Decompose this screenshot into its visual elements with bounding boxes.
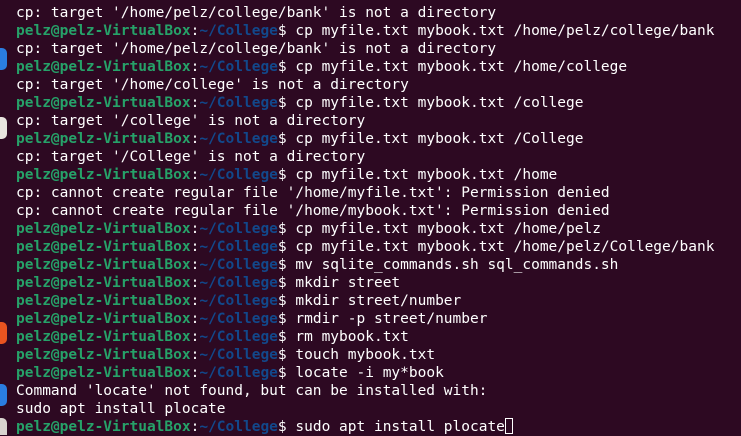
command-line: pelz@pelz-VirtualBox:~/College$ cp myfil…: [16, 166, 741, 184]
command-line: pelz@pelz-VirtualBox:~/College$ mkdir st…: [16, 274, 741, 292]
prompt-path: ~/College: [199, 239, 278, 255]
prompt-path: ~/College: [199, 329, 278, 345]
command-line: pelz@pelz-VirtualBox:~/College$ cp myfil…: [16, 220, 741, 238]
command-text: cp myfile.txt mybook.txt /College: [295, 131, 584, 147]
command-line: pelz@pelz-VirtualBox:~/College$ mv sqlit…: [16, 256, 741, 274]
command-text: cp myfile.txt mybook.txt /home/pelz: [295, 221, 601, 237]
prompt-path: ~/College: [199, 167, 278, 183]
dock-edge: [0, 0, 14, 435]
prompt-path: ~/College: [199, 221, 278, 237]
prompt-path: ~/College: [199, 365, 278, 381]
command-text: cp myfile.txt mybook.txt /home/college: [295, 59, 628, 75]
prompt-path: ~/College: [199, 131, 278, 147]
prompt-symbol: $: [277, 293, 296, 309]
terminal-window[interactable]: cp: target '/home/pelz/college/bank' is …: [0, 0, 741, 435]
command-text: cp myfile.txt mybook.txt /college: [295, 95, 584, 111]
blue-app-icon[interactable]: [0, 48, 7, 70]
prompt-user-host: pelz@pelz-VirtualBox: [16, 59, 191, 75]
prompt-user-host: pelz@pelz-VirtualBox: [16, 347, 191, 363]
prompt-path: ~/College: [199, 275, 278, 291]
grid-app-icon[interactable]: [0, 418, 7, 435]
files-app-icon[interactable]: [0, 117, 7, 139]
prompt-user-host: pelz@pelz-VirtualBox: [16, 275, 191, 291]
software-app-icon[interactable]: [0, 322, 7, 344]
prompt-user-host: pelz@pelz-VirtualBox: [16, 365, 191, 381]
command-text: mkdir street: [295, 275, 401, 291]
prompt-user-host: pelz@pelz-VirtualBox: [16, 293, 191, 309]
prompt-user-host: pelz@pelz-VirtualBox: [16, 221, 191, 237]
prompt-symbol: $: [277, 95, 296, 111]
command-line: pelz@pelz-VirtualBox:~/College$ cp myfil…: [16, 130, 741, 148]
command-text: cp myfile.txt mybook.txt /home/pelz/Coll…: [295, 239, 715, 255]
prompt-user-host: pelz@pelz-VirtualBox: [16, 329, 191, 345]
prompt-path: ~/College: [199, 293, 278, 309]
prompt-path: ~/College: [199, 419, 278, 435]
command-line: pelz@pelz-VirtualBox:~/College$ cp myfil…: [16, 238, 741, 256]
output-line: cp: target '/home/college' is not a dire…: [16, 77, 409, 93]
output-line: cp: cannot create regular file '/home/my…: [16, 203, 610, 219]
command-line: pelz@pelz-VirtualBox:~/College$ cp myfil…: [16, 22, 741, 40]
command-line: pelz@pelz-VirtualBox:~/College$ mkdir st…: [16, 292, 741, 310]
prompt-path: ~/College: [199, 257, 278, 273]
output-line: cp: cannot create regular file '/home/my…: [16, 185, 610, 201]
prompt-user-host: pelz@pelz-VirtualBox: [16, 239, 191, 255]
command-line: pelz@pelz-VirtualBox:~/College$ rm myboo…: [16, 328, 741, 346]
prompt-symbol: $: [277, 365, 296, 381]
prompt-symbol: $: [277, 221, 296, 237]
prompt-symbol: $: [277, 59, 296, 75]
command-input[interactable]: sudo apt install plocate: [295, 419, 505, 435]
command-line: pelz@pelz-VirtualBox:~/College$ cp myfil…: [16, 58, 741, 76]
prompt-symbol: $: [277, 257, 296, 273]
command-line: pelz@pelz-VirtualBox:~/College$ touch my…: [16, 346, 741, 364]
command-text: mv sqlite_commands.sh sql_commands.sh: [295, 257, 619, 273]
command-text: mkdir street/number: [295, 293, 462, 309]
current-prompt-line: pelz@pelz-VirtualBox:~/College$ sudo apt…: [16, 418, 741, 436]
prompt-user-host: pelz@pelz-VirtualBox: [16, 257, 191, 273]
prompt-user-host: pelz@pelz-VirtualBox: [16, 311, 191, 327]
prompt-symbol: $: [277, 23, 296, 39]
prompt-path: ~/College: [199, 23, 278, 39]
output-line: sudo apt install plocate: [16, 401, 226, 417]
command-text: rm mybook.txt: [295, 329, 409, 345]
prompt-symbol: $: [277, 311, 296, 327]
prompt-user-host: pelz@pelz-VirtualBox: [16, 167, 191, 183]
prompt-user-host: pelz@pelz-VirtualBox: [16, 419, 191, 435]
command-line: pelz@pelz-VirtualBox:~/College$ cp myfil…: [16, 94, 741, 112]
command-text: cp myfile.txt mybook.txt /home: [295, 167, 558, 183]
help-app-icon[interactable]: [0, 384, 7, 406]
prompt-user-host: pelz@pelz-VirtualBox: [16, 23, 191, 39]
output-line: cp: target '/college' is not a directory: [16, 113, 366, 129]
prompt-path: ~/College: [199, 95, 278, 111]
command-text: cp myfile.txt mybook.txt /home/pelz/coll…: [295, 23, 715, 39]
terminal-output: cp: target '/home/pelz/college/bank' is …: [16, 4, 741, 436]
output-line: cp: target '/College' is not a directory: [16, 149, 366, 165]
prompt-user-host: pelz@pelz-VirtualBox: [16, 131, 191, 147]
output-line: cp: target '/home/pelz/college/bank' is …: [16, 41, 497, 57]
prompt-path: ~/College: [199, 347, 278, 363]
prompt-path: ~/College: [199, 59, 278, 75]
prompt-symbol: $: [277, 131, 296, 147]
text-cursor: [504, 418, 513, 434]
prompt-symbol: $: [277, 275, 296, 291]
prompt-symbol: $: [277, 167, 296, 183]
prompt-symbol: $: [277, 239, 296, 255]
prompt-symbol: $: [277, 329, 296, 345]
output-line: Command 'locate' not found, but can be i…: [16, 383, 488, 399]
prompt-symbol: $: [277, 347, 296, 363]
command-text: rmdir -p street/number: [295, 311, 488, 327]
command-line: pelz@pelz-VirtualBox:~/College$ locate -…: [16, 364, 741, 382]
prompt-user-host: pelz@pelz-VirtualBox: [16, 95, 191, 111]
output-line: cp: target '/home/pelz/college/bank' is …: [16, 5, 497, 21]
prompt-path: ~/College: [199, 311, 278, 327]
prompt-symbol: $: [277, 419, 296, 435]
command-text: touch mybook.txt: [295, 347, 436, 363]
command-line: pelz@pelz-VirtualBox:~/College$ rmdir -p…: [16, 310, 741, 328]
command-text: locate -i my*book: [295, 365, 444, 381]
